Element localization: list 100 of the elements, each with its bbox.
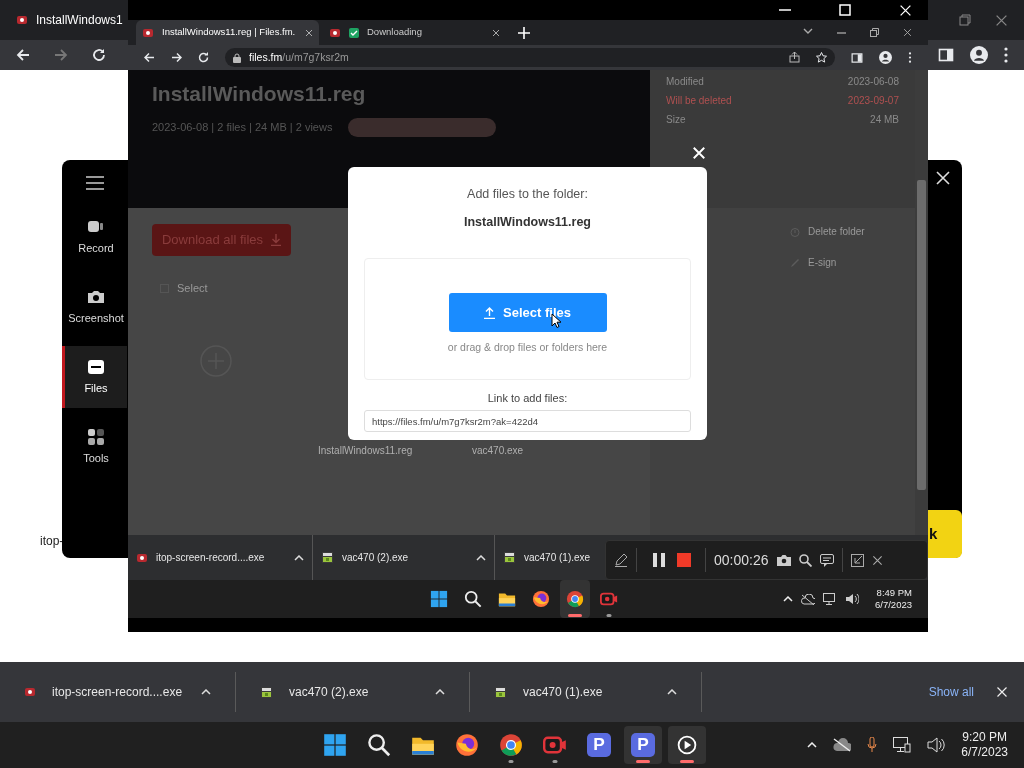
drop-zone[interactable]: Select files or drag & drop files or folders here bbox=[364, 257, 691, 380]
link-label: Link to add files: bbox=[487, 390, 568, 406]
pause-icon[interactable] bbox=[653, 553, 665, 567]
folder-title: InstallWindows11.reg bbox=[152, 81, 367, 107]
side-panel-icon[interactable] bbox=[851, 51, 863, 64]
camera-icon[interactable] bbox=[776, 554, 791, 566]
upload-icon bbox=[484, 306, 496, 319]
side-label: itop- bbox=[40, 533, 64, 550]
clock: 9:20 PM 6/7/2023 bbox=[961, 730, 1008, 760]
chevron-up-icon[interactable] bbox=[201, 689, 211, 695]
recorder-app-icon bbox=[136, 551, 148, 564]
recorder-app-icon bbox=[24, 686, 36, 698]
download-item[interactable]: vac470 (1).exe bbox=[495, 535, 603, 580]
pen-icon bbox=[790, 257, 800, 268]
app-icon[interactable]: P bbox=[587, 733, 611, 757]
file-name[interactable]: vac470.exe bbox=[472, 442, 626, 458]
running-indicator bbox=[636, 760, 650, 763]
reload-icon[interactable] bbox=[92, 48, 106, 62]
back-icon[interactable] bbox=[144, 52, 155, 63]
share-icon[interactable] bbox=[789, 52, 800, 63]
checkbox-icon bbox=[349, 27, 359, 38]
recording-timer: 00:00:26 bbox=[714, 550, 769, 570]
grid-icon bbox=[86, 427, 106, 448]
play-icon[interactable] bbox=[675, 733, 699, 757]
close-icon[interactable] bbox=[903, 28, 912, 37]
dialog-heading: Add files to the folder: bbox=[467, 186, 588, 203]
show-all-button[interactable]: Show all bbox=[922, 682, 980, 702]
reload-icon[interactable] bbox=[198, 52, 209, 63]
running-indicator bbox=[606, 614, 612, 617]
nav-item[interactable]: Screenshot bbox=[62, 276, 127, 338]
action-link[interactable]: Delete folder bbox=[790, 224, 915, 239]
restore-icon[interactable] bbox=[870, 28, 879, 37]
video-camera-icon[interactable] bbox=[600, 590, 618, 608]
select-label: Select bbox=[177, 281, 208, 296]
installer-icon bbox=[503, 551, 516, 564]
download-item[interactable]: vac470 (2).exe bbox=[236, 672, 470, 712]
search-icon[interactable] bbox=[798, 553, 812, 567]
microphone-icon bbox=[867, 737, 878, 753]
browser-tab[interactable]: Downloading bbox=[323, 20, 506, 45]
download-icon bbox=[271, 234, 282, 246]
link-field[interactable]: https://files.fm/u/m7g7ksr2m?ak=422d4 bbox=[364, 410, 691, 432]
windows-icon[interactable] bbox=[323, 733, 347, 757]
nav-item[interactable]: Record bbox=[62, 206, 127, 268]
firefox-icon[interactable] bbox=[455, 733, 479, 757]
chevron-up-icon[interactable] bbox=[807, 742, 818, 748]
detail-row-text: Will be deleted 2023-09-07 bbox=[666, 94, 899, 108]
url-text: files.fm/u/m7g7ksr2m bbox=[249, 49, 349, 65]
search-icon[interactable] bbox=[464, 590, 482, 608]
chevron-up-icon[interactable] bbox=[783, 596, 793, 602]
cloud-off-icon bbox=[801, 593, 815, 605]
chevron-up-icon[interactable] bbox=[667, 689, 677, 695]
download-item[interactable]: itop-screen-record....exe bbox=[0, 672, 236, 712]
back-icon[interactable] bbox=[16, 48, 30, 62]
installer-icon bbox=[260, 685, 273, 699]
profile-icon[interactable] bbox=[970, 46, 988, 64]
restore-icon[interactable] bbox=[959, 13, 971, 26]
more-menu-icon[interactable] bbox=[908, 52, 912, 63]
app-icon[interactable]: P bbox=[631, 733, 655, 757]
action-button[interactable]: k bbox=[928, 510, 962, 558]
profile-icon[interactable] bbox=[879, 51, 892, 64]
running-indicator bbox=[508, 760, 514, 763]
running-indicator bbox=[680, 760, 694, 763]
close-icon[interactable] bbox=[871, 554, 883, 566]
windows-icon[interactable] bbox=[430, 590, 448, 608]
volume-icon bbox=[845, 593, 859, 605]
chevron-up-icon[interactable] bbox=[435, 689, 445, 695]
browser-tab[interactable]: InstallWindows11.reg | Files.fm. bbox=[136, 20, 319, 45]
star-icon[interactable] bbox=[816, 52, 827, 63]
search-icon[interactable] bbox=[367, 733, 391, 757]
pen-icon[interactable] bbox=[614, 553, 628, 567]
file-name[interactable]: InstallWindows11.reg bbox=[318, 442, 472, 458]
nav-item[interactable]: Tools bbox=[62, 416, 127, 478]
detail-row-text: Size 24 MB bbox=[666, 113, 899, 127]
chrome-icon[interactable] bbox=[566, 590, 584, 608]
chevron-down-icon[interactable] bbox=[803, 28, 813, 34]
address-bar[interactable]: files.fm/u/m7g7ksr2m bbox=[225, 48, 835, 67]
chevron-up-icon[interactable] bbox=[294, 554, 304, 561]
close-icon[interactable] bbox=[492, 28, 500, 37]
side-panel-icon[interactable] bbox=[938, 47, 954, 63]
more-menu-icon[interactable] bbox=[1004, 47, 1008, 63]
running-indicator bbox=[568, 614, 582, 617]
firefox-icon[interactable] bbox=[532, 590, 550, 608]
recorder-app-icon bbox=[142, 26, 154, 39]
installer-icon bbox=[321, 551, 334, 564]
recorder-app-icon bbox=[16, 14, 28, 26]
chevron-up-icon[interactable] bbox=[476, 554, 486, 561]
scrollbar-thumb[interactable] bbox=[917, 180, 926, 490]
detail-row-text: Modified 2023-06-08 bbox=[666, 75, 899, 89]
menu-icon[interactable] bbox=[85, 176, 104, 190]
action-link[interactable]: E-sign bbox=[790, 255, 915, 270]
folder-meta: 2023-06-08 | 2 files | 24 MB | 2 views bbox=[152, 119, 333, 135]
maximize-icon[interactable] bbox=[839, 4, 851, 16]
chrome-icon[interactable] bbox=[499, 733, 523, 757]
lock-icon bbox=[233, 52, 241, 63]
nav-item[interactable]: Files bbox=[62, 346, 127, 408]
comment-icon[interactable] bbox=[819, 553, 834, 567]
new-tab-icon[interactable] bbox=[518, 27, 530, 39]
network-icon bbox=[823, 593, 837, 605]
minimize-window-icon[interactable] bbox=[850, 553, 864, 567]
download-item[interactable]: vac470 (1).exe bbox=[470, 672, 702, 712]
